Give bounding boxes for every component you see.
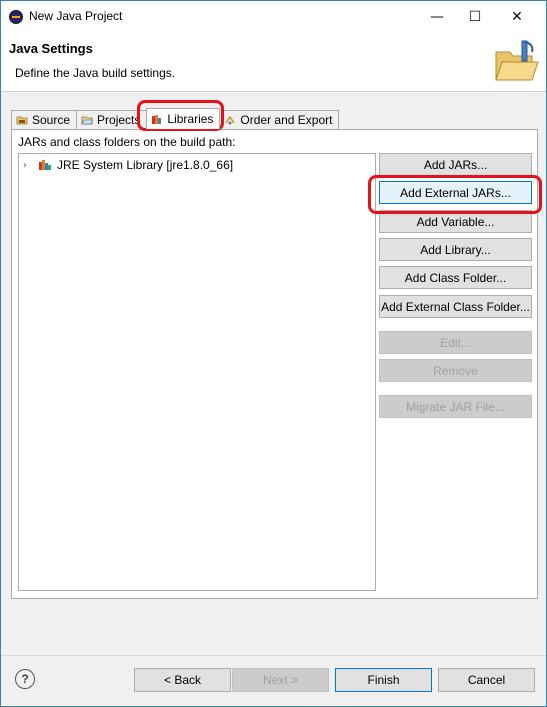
back-button[interactable]: < Back (134, 668, 231, 692)
eclipse-icon (9, 10, 23, 24)
tab-label: Projects (97, 113, 141, 127)
close-button[interactable]: ✕ (500, 1, 534, 32)
tab-label: Source (32, 113, 71, 127)
window-title: New Java Project (29, 9, 123, 23)
tab-label: Order and Export (240, 113, 333, 127)
tab-libraries[interactable]: Libraries (146, 108, 221, 129)
add-jars-button[interactable]: Add JARs... (379, 153, 532, 176)
title-bar: New Java Project — ☐ ✕ (1, 1, 546, 32)
tab-order-and-export[interactable]: Order and Export (219, 110, 340, 129)
tree-item-jre-system-library[interactable]: › JRE System Library [jre1.8.0_66] (23, 158, 233, 172)
tab-projects[interactable]: Projects (76, 110, 148, 129)
next-button[interactable]: Next > (232, 668, 329, 692)
cancel-button[interactable]: Cancel (438, 668, 535, 692)
order-export-icon (225, 115, 236, 125)
tab-source[interactable]: Source (11, 110, 78, 129)
page-title: Java Settings (9, 41, 93, 56)
maximize-button[interactable]: ☐ (458, 1, 492, 32)
add-library-button[interactable]: Add Library... (379, 238, 532, 261)
wizard-header: Java Settings Define the Java build sett… (1, 32, 546, 92)
add-class-folder-button[interactable]: Add Class Folder... (379, 266, 532, 289)
build-path-tree[interactable]: › JRE System Library [jre1.8.0_66] (18, 153, 376, 591)
new-java-project-dialog: New Java Project — ☐ ✕ Java Settings Def… (0, 0, 547, 707)
add-external-jars-button[interactable]: Add External JARs... (379, 181, 532, 204)
jre-library-icon (39, 160, 51, 170)
add-variable-button[interactable]: Add Variable... (379, 210, 532, 233)
edit-button[interactable]: Edit... (379, 331, 532, 354)
minimize-button[interactable]: — (420, 1, 454, 32)
build-path-label: JARs and class folders on the build path… (18, 135, 236, 149)
tree-item-label: JRE System Library [jre1.8.0_66] (57, 158, 234, 172)
chevron-right-icon[interactable]: › (23, 160, 33, 171)
add-external-class-folder-button[interactable]: Add External Class Folder... (379, 295, 532, 318)
projects-icon (81, 116, 94, 125)
remove-button[interactable]: Remove (379, 359, 532, 382)
tab-bar: Source Projects Libraries Order and Expo… (11, 108, 340, 129)
source-folder-icon (16, 116, 28, 125)
migrate-jar-file-button[interactable]: Migrate JAR File... (379, 395, 532, 418)
libraries-icon (152, 115, 162, 124)
finish-button[interactable]: Finish (335, 668, 432, 692)
footer-divider (1, 655, 546, 656)
java-project-wizard-icon (495, 40, 539, 81)
libraries-panel: JARs and class folders on the build path… (11, 129, 538, 599)
help-icon[interactable]: ? (15, 669, 35, 689)
page-description: Define the Java build settings. (15, 66, 176, 80)
tab-label: Libraries (167, 112, 214, 126)
